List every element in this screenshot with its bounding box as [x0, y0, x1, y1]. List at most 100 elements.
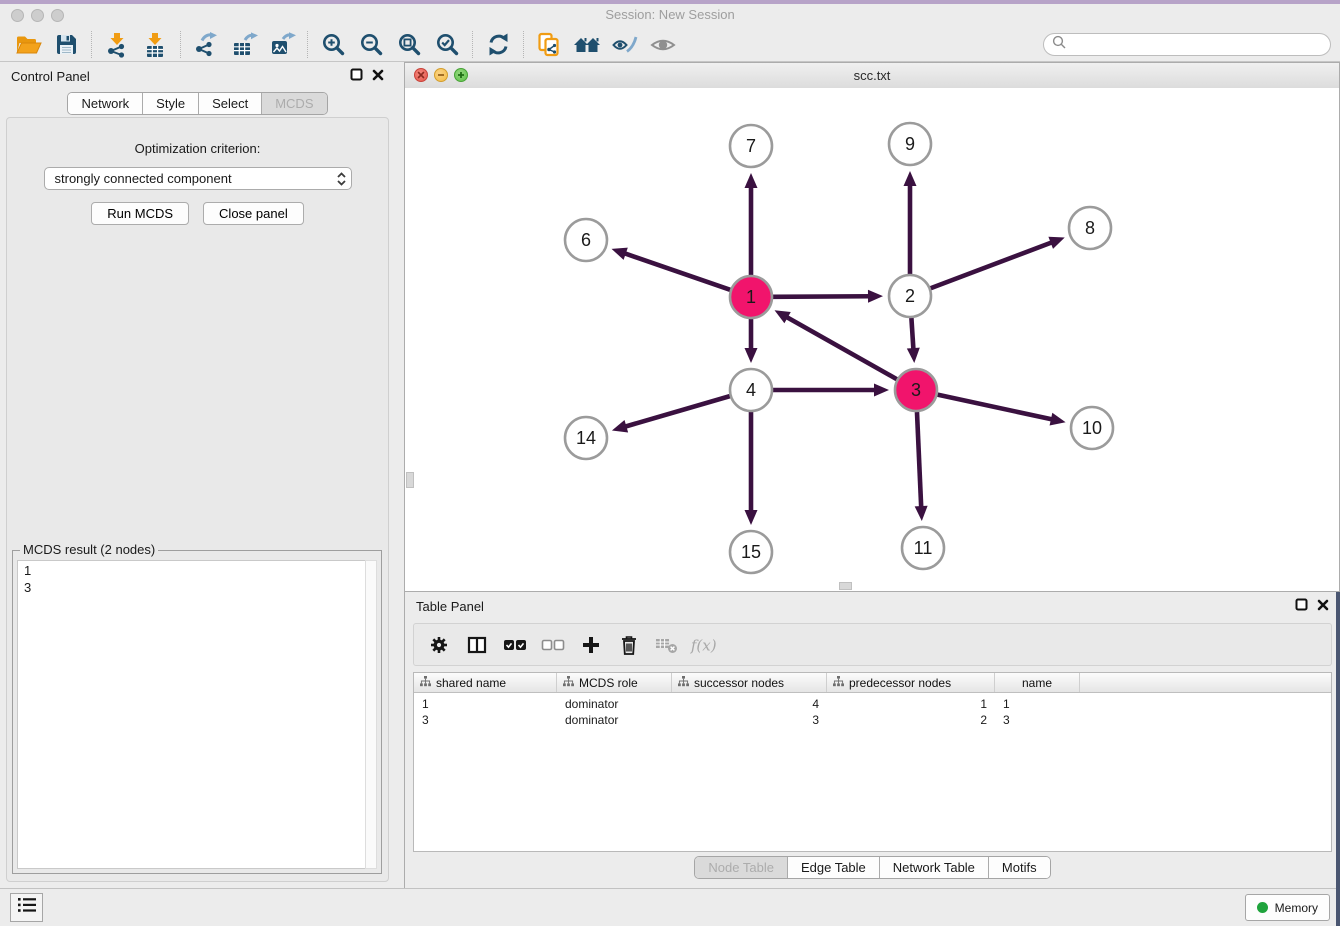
criterion-dropdown-value: strongly connected component	[55, 171, 232, 186]
tab-node-table[interactable]: Node Table	[695, 857, 788, 878]
graph-node-8[interactable]: 8	[1069, 207, 1111, 249]
toggle-columns-icon[interactable]	[462, 630, 492, 660]
mcds-result-line: 3	[24, 579, 376, 596]
edge-3-11[interactable]	[915, 412, 928, 521]
tab-edge-table[interactable]: Edge Table	[788, 857, 880, 878]
graph-node-7[interactable]: 7	[730, 125, 772, 167]
first-neighbors-icon[interactable]	[568, 30, 606, 60]
deselect-all-icon[interactable]	[538, 630, 568, 660]
cell-mcds-role[interactable]: dominator	[557, 697, 672, 711]
search-input[interactable]	[1071, 37, 1322, 53]
graph-node-2[interactable]: 2	[889, 275, 931, 317]
graph-node-3[interactable]: 3	[895, 369, 937, 411]
network-vertical-scrollbar[interactable]	[406, 472, 414, 488]
zoom-selected-icon[interactable]	[428, 30, 466, 60]
cell-shared-name[interactable]: 3	[414, 713, 557, 727]
memory-button[interactable]: Memory	[1245, 894, 1330, 921]
column-header-predecessor-nodes[interactable]: predecessor nodes	[827, 673, 995, 692]
edge-2-9[interactable]	[904, 171, 917, 274]
network-canvas[interactable]: 7 9 6 8 1 2 4 3 14 10 15 11	[405, 88, 1339, 591]
close-panel-button[interactable]: Close panel	[203, 202, 304, 225]
zoom-fit-icon[interactable]	[390, 30, 428, 60]
graph-node-9[interactable]: 9	[889, 123, 931, 165]
edge-3-1[interactable]	[775, 310, 897, 379]
zoom-out-icon[interactable]	[352, 30, 390, 60]
tab-style[interactable]: Style	[143, 93, 199, 114]
table-row[interactable]: 3dominator323	[414, 712, 1331, 728]
network-horizontal-scrollbar[interactable]	[839, 582, 852, 590]
edge-4-14[interactable]	[612, 396, 730, 432]
close-panel-icon[interactable]	[372, 69, 384, 84]
column-tree-icon	[833, 676, 844, 690]
tab-network[interactable]: Network	[68, 93, 143, 114]
tab-motifs[interactable]: Motifs	[989, 857, 1050, 878]
refresh-layout-icon[interactable]	[479, 30, 517, 60]
edge-1-4[interactable]	[745, 319, 758, 363]
zoom-network-icon[interactable]	[454, 68, 468, 82]
graph-node-11[interactable]: 11	[902, 527, 944, 569]
minimize-network-icon[interactable]	[434, 68, 448, 82]
table-mode-icon[interactable]	[424, 630, 454, 660]
close-table-panel-icon[interactable]	[1317, 599, 1329, 614]
cell-predecessor-nodes[interactable]: 1	[827, 697, 995, 711]
zoom-in-icon[interactable]	[314, 30, 352, 60]
table-row[interactable]: 1dominator411	[414, 696, 1331, 712]
network-window-titlebar[interactable]: scc.txt	[405, 63, 1339, 89]
add-column-icon[interactable]	[576, 630, 606, 660]
cell-successor-nodes[interactable]: 3	[672, 713, 827, 727]
cell-shared-name[interactable]: 1	[414, 697, 557, 711]
task-history-button[interactable]	[10, 893, 43, 922]
edge-4-3[interactable]	[773, 384, 889, 397]
edge-1-6[interactable]	[612, 248, 731, 290]
select-all-icon[interactable]	[500, 630, 530, 660]
cell-name[interactable]: 1	[995, 697, 1080, 711]
close-network-icon[interactable]	[414, 68, 428, 82]
tab-network-table[interactable]: Network Table	[880, 857, 989, 878]
graph-node-15[interactable]: 15	[730, 531, 772, 573]
graph-node-1[interactable]: 1	[730, 276, 772, 318]
show-all-icon[interactable]	[644, 30, 682, 60]
column-header-mcds-role[interactable]: MCDS role	[557, 673, 672, 692]
edge-3-10[interactable]	[938, 395, 1066, 426]
run-mcds-button[interactable]: Run MCDS	[91, 202, 189, 225]
edge-1-7[interactable]	[745, 173, 758, 275]
tab-mcds[interactable]: MCDS	[262, 93, 326, 114]
column-header-shared-name[interactable]: shared name	[414, 673, 557, 692]
main-toolbar	[0, 28, 1340, 62]
hide-selected-icon[interactable]	[606, 30, 644, 60]
new-network-from-selection-icon[interactable]	[530, 30, 568, 60]
criterion-dropdown[interactable]: strongly connected component	[44, 167, 352, 190]
export-network-icon[interactable]	[187, 30, 225, 60]
column-header-name[interactable]: name	[995, 673, 1080, 692]
open-session-icon[interactable]	[9, 30, 47, 60]
search-box[interactable]	[1043, 33, 1331, 56]
edge-2-3[interactable]	[907, 318, 920, 363]
mcds-result-textarea[interactable]: 13	[17, 560, 377, 869]
cell-successor-nodes[interactable]: 4	[672, 697, 827, 711]
graph-node-4[interactable]: 4	[730, 369, 772, 411]
graph-node-10[interactable]: 10	[1071, 407, 1113, 449]
export-table-icon[interactable]	[225, 30, 263, 60]
network-window-controls[interactable]	[414, 68, 468, 82]
cell-name[interactable]: 3	[995, 713, 1080, 727]
tab-select[interactable]: Select	[199, 93, 262, 114]
cell-predecessor-nodes[interactable]: 2	[827, 713, 995, 727]
float-table-panel-icon[interactable]	[1295, 598, 1308, 614]
save-session-icon[interactable]	[47, 30, 85, 60]
graph-node-6[interactable]: 6	[565, 219, 607, 261]
graph-node-label: 15	[741, 542, 761, 562]
table-tabgroup: Node TableEdge TableNetwork TableMotifs	[694, 856, 1050, 879]
column-header-successor-nodes[interactable]: successor nodes	[672, 673, 827, 692]
result-scrollbar[interactable]	[365, 560, 377, 869]
edge-2-8[interactable]	[931, 237, 1065, 288]
cell-mcds-role[interactable]: dominator	[557, 713, 672, 727]
graph-node-14[interactable]: 14	[565, 417, 607, 459]
import-table-icon[interactable]	[136, 30, 174, 60]
float-panel-icon[interactable]	[350, 68, 363, 84]
delete-column-icon[interactable]	[614, 630, 644, 660]
edge-1-2[interactable]	[773, 290, 883, 303]
session-titlebar[interactable]: Session: New Session	[0, 4, 1340, 28]
edge-4-15[interactable]	[745, 412, 758, 525]
export-image-icon[interactable]	[263, 30, 301, 60]
import-network-icon[interactable]	[98, 30, 136, 60]
